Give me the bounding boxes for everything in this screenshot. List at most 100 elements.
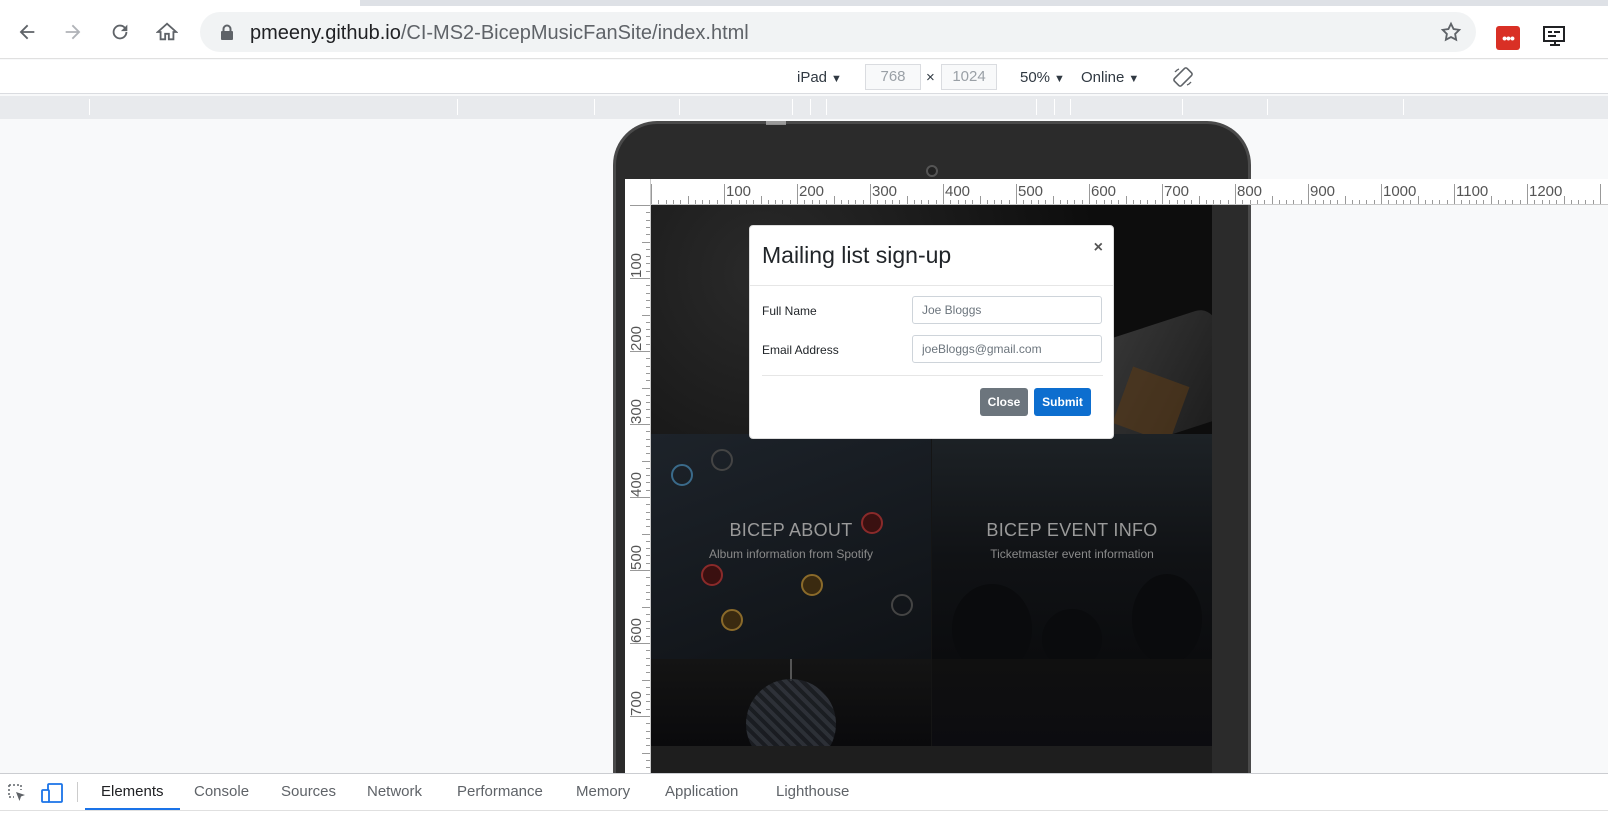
ruler-tick (646, 621, 650, 623)
address-bar[interactable]: pmeeny.github.io/CI-MS2-BicepMusicFanSit… (200, 12, 1476, 52)
media-query-marker[interactable] (792, 99, 793, 115)
tab-lighthouse[interactable]: Lighthouse (760, 774, 865, 810)
media-query-marker[interactable] (679, 99, 680, 115)
rotate-icon[interactable] (1172, 66, 1194, 88)
tile-bicep-about[interactable]: BICEP ABOUT Album information from Spoti… (651, 434, 931, 659)
ruler-label: 100 (726, 183, 752, 200)
ruler-label: 800 (1237, 183, 1263, 200)
tile-subtitle: Album information from Spotify (708, 547, 874, 561)
ruler-label: 700 (628, 690, 645, 716)
ruler-tick (709, 200, 711, 204)
inspect-element-icon[interactable] (6, 782, 28, 804)
ruler-tick (646, 343, 650, 345)
media-query-marker[interactable] (826, 99, 827, 115)
ruler-tick (646, 475, 650, 477)
media-query-marker[interactable] (1054, 99, 1055, 115)
throttle-select[interactable]: Online ▼ (1081, 69, 1139, 86)
ruler-tick (1030, 200, 1032, 204)
tab-elements[interactable]: Elements (85, 774, 180, 810)
email-address-input[interactable] (912, 335, 1102, 363)
ruler-label: 500 (628, 544, 645, 570)
tile-image[interactable] (932, 659, 1212, 746)
media-query-marker[interactable] (1036, 99, 1037, 115)
ruler-tick (646, 438, 650, 440)
tile-bicep-event-info[interactable]: BICEP EVENT INFO Ticketmaster event info… (932, 434, 1212, 659)
lock-icon (221, 24, 233, 40)
ruler-tick (818, 200, 820, 204)
ruler-tick (782, 200, 784, 204)
ruler-label: 1100 (1456, 183, 1489, 200)
tab-network[interactable]: Network (351, 774, 438, 810)
extension-icon[interactable]: ••• (1496, 26, 1520, 50)
tab-performance[interactable]: Performance (441, 774, 559, 810)
submit-button[interactable]: Submit (1034, 388, 1091, 416)
ruler-tick (646, 504, 650, 506)
devtools-panel: Elements Console Sources Network Perform… (0, 773, 1608, 834)
ruler-tick (738, 200, 740, 204)
device-toggle-icon[interactable] (40, 782, 64, 804)
ruler-tick (1548, 200, 1550, 204)
device-select[interactable]: iPad ▼ (797, 69, 842, 86)
tab-memory[interactable]: Memory (560, 774, 646, 810)
ruler-tick (646, 292, 650, 294)
ruler-tick (1439, 200, 1441, 204)
ruler-tick (651, 184, 652, 204)
media-query-marker[interactable] (1403, 99, 1404, 115)
forward-button[interactable] (55, 14, 91, 50)
cast-icon[interactable] (1542, 24, 1568, 50)
ruler-tick (906, 196, 908, 204)
ruler-tick (1125, 196, 1127, 204)
full-name-input[interactable] (912, 296, 1102, 324)
ruler-tick (1052, 196, 1054, 204)
width-input[interactable]: 768 (865, 64, 921, 90)
ruler-label: 100 (628, 252, 645, 278)
back-button[interactable] (9, 14, 45, 50)
tab-sources[interactable]: Sources (265, 774, 352, 810)
ruler-tick (1315, 200, 1317, 204)
ruler-tick (646, 599, 650, 601)
media-query-marker[interactable] (810, 99, 811, 115)
media-query-marker[interactable] (594, 99, 595, 115)
tile-image[interactable] (651, 659, 931, 746)
ruler-tick (1395, 200, 1397, 204)
ruler-tick (630, 424, 650, 425)
ruler-tick (811, 200, 813, 204)
ruler-tick (642, 752, 650, 754)
tab-application[interactable]: Application (649, 774, 754, 810)
email-address-label: Email Address (762, 343, 839, 357)
media-query-marker[interactable] (1182, 99, 1183, 115)
ruler-tick (731, 200, 733, 204)
reload-button[interactable] (102, 14, 138, 50)
tab-console[interactable]: Console (178, 774, 265, 810)
ruler-tick (646, 358, 650, 360)
ruler-tick (1417, 196, 1419, 204)
ruler-tick (687, 196, 689, 204)
ruler-tick (964, 200, 966, 204)
ruler-tick (1490, 196, 1492, 204)
close-button[interactable]: Close (980, 388, 1028, 416)
ruler-tick (646, 402, 650, 404)
media-query-marker[interactable] (1267, 99, 1268, 115)
ruler-tick (745, 200, 747, 204)
ruler-tick (804, 200, 806, 204)
media-query-marker[interactable] (457, 99, 458, 115)
ruler-tick (630, 570, 650, 571)
home-button[interactable] (149, 14, 185, 50)
close-icon[interactable]: × (1094, 239, 1103, 257)
ruler-tick (1337, 200, 1339, 204)
ruler-label: 1000 (1383, 183, 1417, 200)
ruler-tick (1483, 200, 1485, 204)
zoom-select[interactable]: 50% ▼ (1020, 69, 1065, 86)
ruler-label: 500 (1018, 183, 1044, 200)
ruler-tick (646, 248, 650, 250)
url-text: pmeeny.github.io/CI-MS2-BicepMusicFanSit… (250, 22, 749, 44)
ruler-tick (1468, 200, 1470, 204)
bookmark-star-icon[interactable] (1440, 21, 1462, 43)
ruler-tick (630, 716, 650, 717)
ruler-label: 600 (1091, 183, 1117, 200)
media-query-marker[interactable] (89, 99, 90, 115)
height-input[interactable]: 1024 (941, 64, 997, 90)
media-query-bar[interactable] (0, 96, 1608, 119)
media-query-marker[interactable] (1070, 99, 1071, 115)
ruler-tick (1140, 200, 1142, 204)
